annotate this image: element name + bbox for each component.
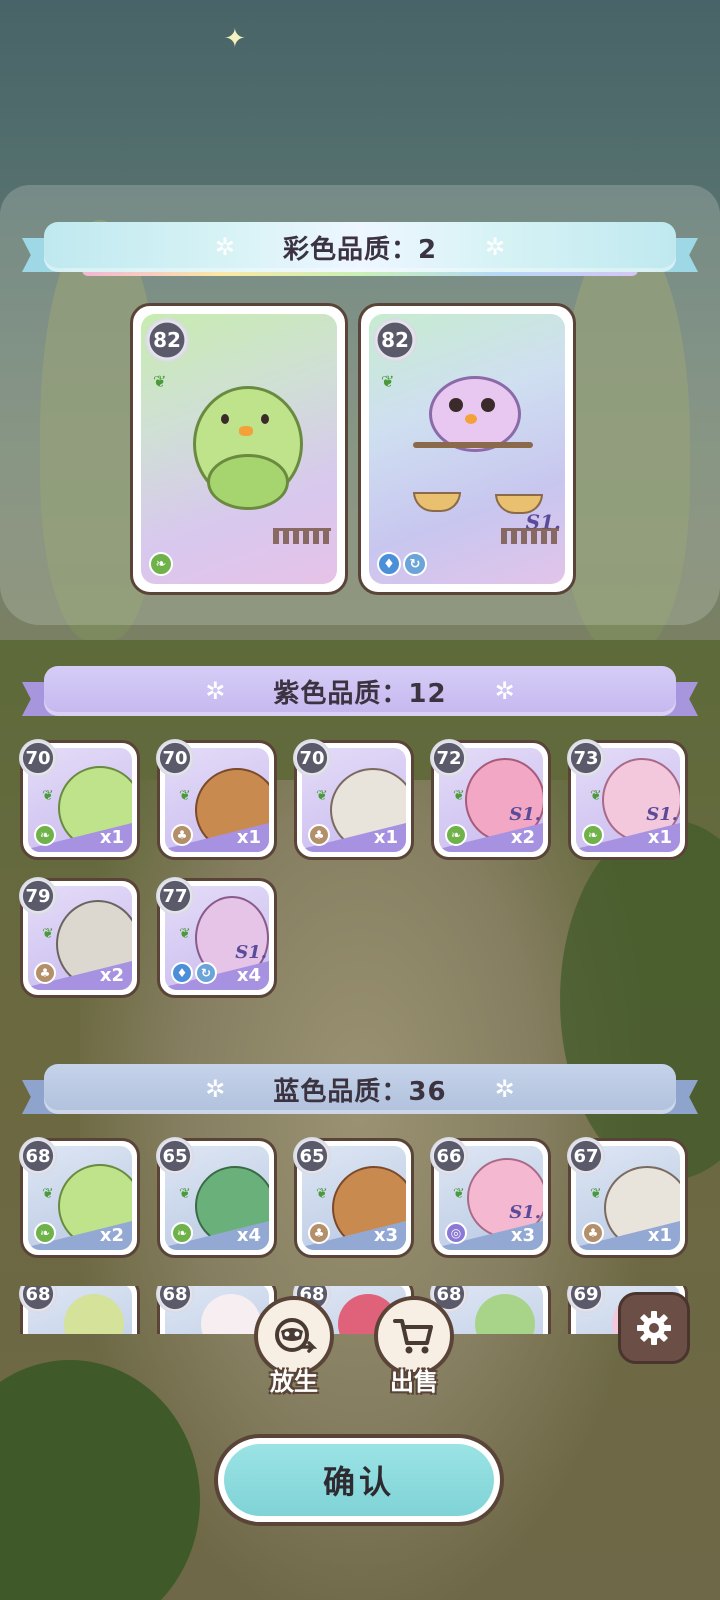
level-badge: 70 [19,739,57,777]
blue-cards-partial-row: 68 68 68 68 69 [0,1286,720,1334]
quantity-label: x2 [99,1225,124,1246]
snowflake-icon: ✲ [494,677,515,705]
level-badge: 65 [293,1137,331,1175]
purple-card-owl-chick[interactable]: S1. x4 ❦ ♦ ↻ 77 [156,877,277,998]
sell-label: 出售 [390,1368,438,1396]
level-badge: 66 [430,1137,468,1175]
quantity-label: x4 [236,965,261,986]
leaf-icon: ❦ [179,926,191,942]
blue-card-glasses-axolotl[interactable]: S1. x3 ❦ ◎ 66 [430,1137,551,1258]
level-badge: 73 [567,739,605,777]
leaf-icon: ❦ [179,788,191,804]
blue-card-propeller-frog[interactable]: x4 ❦ ❧ 65 [156,1137,277,1258]
level-badge: 79 [19,877,57,915]
purple-quality-header: ✲ 紫色品质：12 ✲ [22,666,698,716]
water-element-icon: ♦ [377,552,401,576]
leaf-icon: ❦ [453,1186,465,1202]
grass-element-icon: ❧ [34,1222,56,1244]
earth-element-icon: ♣ [308,1222,330,1244]
release-label: 放生 [270,1368,318,1396]
level-badge: 72 [430,739,468,777]
grass-element-icon: ❧ [582,824,604,846]
blue-quality-title: 蓝色品质：36 [273,1076,447,1107]
snowflake-icon: ✲ [214,233,235,261]
blue-card-cabbage-chick[interactable]: x2 ❦ ❧ 68 [19,1137,140,1258]
quantity-label: x2 [510,827,535,848]
blue-card-beaver[interactable]: x3 ❦ ♣ 65 [293,1137,414,1258]
level-badge: 82 [373,318,417,362]
raccoon-release-icon [275,1318,317,1353]
snowflake-icon: ✲ [205,1075,226,1103]
quantity-label: x3 [373,1225,398,1246]
purple-quality-title: 紫色品质：12 [273,678,447,709]
blue-card-armored-bunny[interactable]: x1 ❦ ♣ 67 [567,1137,688,1258]
leaf-icon: ❦ [453,788,465,804]
grass-element-icon: ❧ [149,552,173,576]
leaf-icon: ❦ [153,372,167,391]
purple-card-stone-knight[interactable]: x2 ❦ ♣ 79 [19,877,140,998]
level-badge: 77 [156,877,194,915]
level-badge: 65 [156,1137,194,1175]
psychic-element-icon: ◎ [445,1222,467,1244]
quantity-label: x3 [510,1225,535,1246]
season-badge: S1. [235,942,267,963]
quantity-label: x1 [647,827,672,848]
earth-element-icon: ♣ [308,824,330,846]
season-badge: S1. [646,804,678,825]
fence-icon [273,528,331,544]
quantity-label: x4 [236,1225,261,1246]
sparkle-icon: ✦ [224,24,246,54]
earth-element-icon: ♣ [34,962,56,984]
settings-button[interactable] [618,1292,690,1364]
purple-card-cabbage-chick[interactable]: x1 ❦ ❧ 70 [19,739,140,860]
leaf-icon: ❦ [179,1186,191,1202]
level-badge: 82 [145,318,189,362]
quantity-label: x1 [373,827,398,848]
wind-element-icon: ↻ [403,552,427,576]
leaf-icon: ❦ [381,372,395,391]
grass-element-icon: ❧ [34,824,56,846]
wind-element-icon: ↻ [195,962,217,984]
earth-element-icon: ♣ [171,824,193,846]
shopping-cart-icon [393,1319,433,1354]
snowflake-icon: ✲ [205,677,226,705]
rainbow-quality-title: 彩色品质：2 [282,234,438,265]
leaf-icon: ❦ [316,788,328,804]
quantity-label: x1 [99,827,124,848]
level-badge: 68 [19,1137,57,1175]
grass-element-icon: ❧ [171,1222,193,1244]
season-badge: S1. [509,1202,541,1223]
leaf-icon: ❦ [590,1186,602,1202]
gear-icon [637,1311,671,1345]
leaf-icon: ❦ [42,788,54,804]
water-element-icon: ♦ [171,962,193,984]
grass-element-icon: ❧ [445,824,467,846]
quantity-label: x1 [236,827,261,848]
confirm-label: 确认 [224,1444,494,1516]
level-badge: 67 [567,1137,605,1175]
earth-element-icon: ♣ [582,1222,604,1244]
level-badge: 70 [156,739,194,777]
snowflake-icon: ✲ [494,1075,515,1103]
leaf-icon: ❦ [42,1186,54,1202]
leaf-icon: ❦ [316,1186,328,1202]
blue-quality-header: ✲ 蓝色品质：36 ✲ [22,1064,698,1114]
season-badge: S1. [509,804,541,825]
rainbow-card-cabbage-chick[interactable]: 82 ❦ ❧ [130,303,348,595]
snowflake-icon: ✲ [485,233,506,261]
fence-icon [501,528,559,544]
purple-card-armored-bunny[interactable]: x1 ❦ ♣ 70 [293,739,414,860]
confirm-button[interactable]: 确认 [214,1434,504,1526]
quantity-label: x1 [647,1225,672,1246]
purple-card-pink-fairy[interactable]: S1. x2 ❦ ❧ 72 [430,739,551,860]
leaf-icon: ❦ [42,926,54,942]
quantity-label: x2 [99,965,124,986]
rainbow-quality-header: ✲ 彩色品质：2 ✲ [22,222,698,276]
leaf-icon: ❦ [590,788,602,804]
rainbow-card-scale-owl[interactable]: 82 ❦ S1. ♦ ↻ [358,303,576,595]
level-badge: 70 [293,739,331,777]
purple-card-lotus-spirit[interactable]: S1. x1 ❦ ❧ 73 [567,739,688,860]
purple-card-beaver[interactable]: x1 ❦ ♣ 70 [156,739,277,860]
blue-card-partial[interactable]: 68 [19,1286,140,1334]
